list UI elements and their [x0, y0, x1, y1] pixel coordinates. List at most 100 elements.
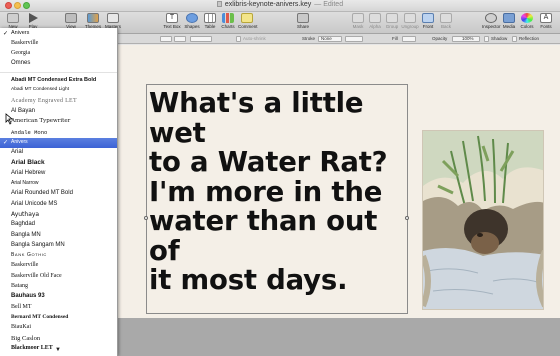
edited-status: — Edited — [314, 1, 344, 8]
text-style-button[interactable] — [160, 36, 172, 42]
font-menu-item[interactable]: Bangla Sangam MN — [0, 241, 117, 251]
font-menu-item[interactable]: Ayuthaya — [0, 210, 117, 220]
font-menu-item-label: Anivers — [11, 30, 30, 36]
resize-handle-right[interactable] — [405, 216, 409, 220]
inspector-button[interactable]: Inspector — [482, 13, 501, 29]
font-menu-item[interactable]: Arial Unicode MS — [0, 200, 117, 210]
font-menu-item-label: Arial Narrow — [11, 180, 39, 186]
font-menu-item-label: Bernard MT Condensed — [11, 313, 69, 320]
shadow-checkbox[interactable] — [484, 36, 489, 42]
stroke-width-field[interactable] — [345, 36, 363, 42]
mask-button[interactable]: Mask — [349, 13, 367, 29]
font-menu-item[interactable]: Arial Rounded MT Bold — [0, 189, 117, 199]
resize-handle-left[interactable] — [144, 216, 148, 220]
font-menu-item[interactable]: ✓ Anivers — [0, 137, 117, 148]
font-menu-item[interactable]: Bangla MN — [0, 231, 117, 241]
align-button[interactable] — [174, 36, 186, 42]
font-menu-item[interactable]: Abadi MT Condensed Light — [0, 86, 117, 96]
font-menu-item[interactable]: Arial Narrow — [0, 179, 117, 189]
document-name: exlibris-keynote-anivers.key — [224, 1, 312, 8]
columns-button[interactable] — [190, 36, 212, 42]
font-menu-item[interactable]: Abadi MT Condensed Extra Bold — [0, 76, 117, 86]
share-icon — [297, 13, 309, 23]
font-menu-item[interactable]: Batang — [0, 282, 117, 292]
font-menu-item[interactable]: Arial Hebrew — [0, 169, 117, 179]
font-menu-item-label: Blackmoor LET — [11, 344, 53, 351]
font-menu-item[interactable]: Baskerville — [0, 261, 117, 271]
auto-shrink-label: Auto-shrink — [243, 36, 266, 41]
masters-button[interactable]: Masters — [104, 13, 122, 29]
document-icon — [216, 1, 222, 7]
font-menu-item[interactable]: Big Caslon — [0, 334, 117, 344]
table-button[interactable]: Table — [201, 13, 219, 29]
slide-text-box[interactable]: What's a little wet to a Water Rat? I'm … — [144, 84, 409, 314]
shapes-icon — [186, 13, 198, 23]
font-menu-item[interactable]: Baskerville Old Face — [0, 272, 117, 282]
opacity-label: Opacity — [432, 36, 448, 41]
media-icon — [503, 13, 515, 23]
recent-font-item[interactable]: ✓ Anivers — [0, 29, 117, 39]
share-button[interactable]: Share — [294, 13, 312, 29]
colors-button[interactable]: Colors — [518, 13, 536, 29]
auto-shrink-checkbox[interactable] — [236, 36, 241, 42]
slide[interactable]: What's a little wet to a Water Rat? I'm … — [118, 45, 560, 318]
font-menu-item[interactable]: Bauhaus 93 — [0, 292, 117, 302]
font-menu-item[interactable]: Academy Engraved LET — [0, 97, 117, 107]
font-menu-item[interactable]: Baghdad — [0, 220, 117, 230]
font-menu-item-label: Bank Gothic — [11, 252, 47, 259]
title-bar: exlibris-keynote-anivers.key — Edited — [0, 0, 560, 12]
font-menu-item-label: Big Caslon — [11, 334, 41, 342]
font-menu-item-label: BiauKai — [11, 324, 31, 331]
back-button[interactable]: Back — [437, 13, 455, 29]
charts-icon — [222, 13, 234, 23]
front-button[interactable]: Front — [419, 13, 437, 29]
recent-font-item[interactable]: Baskerville — [0, 39, 117, 49]
ungroup-button[interactable]: Ungroup — [401, 13, 419, 29]
group-button[interactable]: Group — [383, 13, 401, 29]
stroke-select[interactable]: None — [318, 36, 342, 42]
plus-icon — [7, 13, 19, 23]
themes-button[interactable]: Themes — [84, 13, 102, 29]
font-menu-item[interactable]: BiauKai — [0, 323, 117, 333]
checkmark-icon: ✓ — [3, 139, 9, 146]
font-menu-item[interactable]: Bell MT — [0, 303, 117, 313]
stroke-label: Stroke — [302, 36, 316, 41]
font-menu-item-label: Bauhaus 93 — [11, 293, 45, 300]
view-button[interactable]: View — [62, 13, 80, 29]
font-menu-item-label: Arial Hebrew — [11, 169, 46, 176]
recent-font-item[interactable]: Georgia — [0, 49, 117, 59]
textbox-icon: T — [166, 13, 178, 23]
water-rat-illustration[interactable] — [422, 130, 544, 310]
font-menu-item[interactable]: Al Bayan — [0, 107, 117, 117]
recent-font-item[interactable]: Omnes — [0, 59, 117, 69]
charts-button[interactable]: Charts — [219, 13, 237, 29]
media-button[interactable]: Media — [500, 13, 518, 29]
text-box-button[interactable]: T Text Box — [163, 13, 181, 29]
water-rat-illustration-art — [423, 131, 543, 309]
font-menu-item[interactable]: Bernard MT Condensed — [0, 313, 117, 323]
fill-well[interactable] — [402, 36, 416, 42]
slide-body-text[interactable]: What's a little wet to a Water Rat? I'm … — [149, 88, 409, 296]
font-menu-item[interactable]: American Typewriter — [0, 117, 117, 127]
font-menu-item-label: Anivers — [11, 138, 28, 145]
font-menu-item-label: Arial — [11, 149, 24, 156]
scroll-down-arrow-icon[interactable]: ▼ — [55, 347, 63, 353]
front-icon — [422, 13, 434, 23]
font-menu-item[interactable]: Arial Black — [0, 158, 117, 168]
comment-button[interactable]: Comment — [238, 13, 258, 29]
fonts-button[interactable]: A Fonts — [537, 13, 555, 29]
font-menu-item-label: Bangla Sangam MN — [11, 241, 65, 248]
play-button[interactable]: Play — [24, 13, 42, 29]
font-menu-item-label: Bell MT — [11, 303, 32, 310]
window-title: exlibris-keynote-anivers.key — Edited — [0, 1, 560, 8]
font-menu-item[interactable]: Bank Gothic — [0, 251, 117, 261]
shapes-button[interactable]: Shapes — [183, 13, 201, 29]
slide-canvas[interactable]: What's a little wet to a Water Rat? I'm … — [118, 45, 560, 356]
font-menu-item-label: Abadi MT Condensed Extra Bold — [11, 77, 97, 83]
alpha-button[interactable]: Alpha — [366, 13, 384, 29]
new-button[interactable]: New — [4, 13, 22, 29]
font-menu-item[interactable]: Andale Mono — [0, 128, 117, 138]
font-menu-item[interactable]: Arial — [0, 148, 117, 158]
reflection-checkbox[interactable] — [512, 36, 517, 42]
view-icon — [65, 13, 77, 23]
